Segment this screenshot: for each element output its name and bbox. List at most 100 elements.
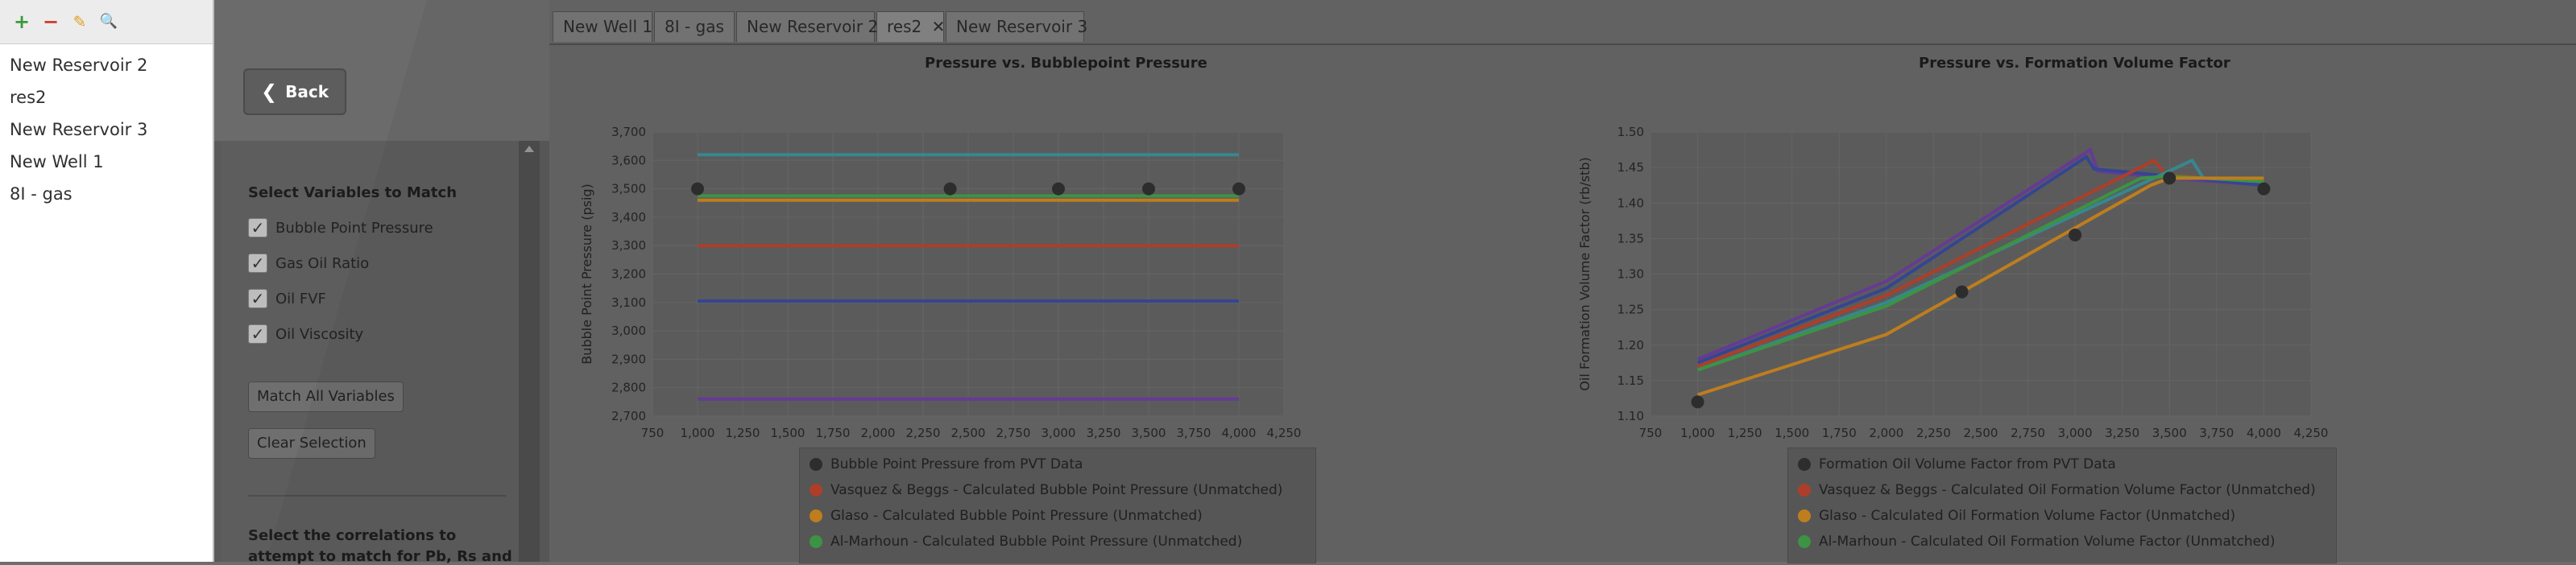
tab-label: New Reservoir 3 <box>956 17 1088 36</box>
scroll-up-icon[interactable] <box>524 146 534 152</box>
add-icon[interactable]: + <box>11 11 32 32</box>
tab-8i-gas[interactable]: 8I - gas <box>654 11 735 42</box>
match-all-variables-button[interactable]: Match All Variables <box>248 381 404 412</box>
x-tick-label: 1,250 <box>726 426 760 440</box>
x-tick-label: 2,500 <box>951 426 986 440</box>
legend-label: Glaso - Calculated Bubble Point Pressure… <box>830 508 1203 524</box>
legend-item: Formation Oil Volume Factor from PVT Dat… <box>1798 456 2116 472</box>
y-tick-label: 1.35 <box>1617 231 1644 245</box>
legend-dot <box>1798 458 1811 471</box>
tab-bar: New Well 1 8I - gas New Reservoir 2 res2… <box>549 0 2576 45</box>
x-tick-label: 4,000 <box>1222 426 1257 440</box>
x-tick-label: 3,000 <box>2058 426 2093 440</box>
tree-item-new-reservoir-3[interactable]: New Reservoir 3 <box>0 113 213 146</box>
variables-panel: Select Variables to Match ✓ Bubble Point… <box>221 141 520 565</box>
data-point <box>1142 182 1155 196</box>
tab-res2[interactable]: res2 ✕ <box>876 11 946 42</box>
chart-title-fvf: Pressure vs. Formation Volume Factor <box>1919 55 2230 72</box>
legend-label: Al-Marhoun - Calculated Oil Formation Vo… <box>1819 534 2276 550</box>
y-axis-label: Oil Formation Volume Factor (rb/stb) <box>1577 157 1592 390</box>
tree-item-new-well-1[interactable]: New Well 1 <box>0 146 213 178</box>
checkmark-icon[interactable]: ✓ <box>248 254 267 273</box>
legend-dot <box>810 509 822 522</box>
x-tick-label: 3,000 <box>1042 426 1076 440</box>
x-tick-label: 1,500 <box>1775 426 1809 440</box>
x-tick-label: 2,000 <box>1869 426 1903 440</box>
y-tick-label: 1.10 <box>1617 409 1644 423</box>
x-tick-label: 2,750 <box>996 426 1031 440</box>
x-tick-label: 3,250 <box>1087 426 1121 440</box>
select-variables-title: Select Variables to Match <box>248 184 458 201</box>
x-tick-label: 4,250 <box>1267 426 1302 440</box>
x-tick-label: 2,250 <box>906 426 941 440</box>
x-tick-label: 4,250 <box>2294 426 2329 440</box>
tab-label: res2 <box>887 17 922 36</box>
data-point <box>1955 285 1969 299</box>
tree-toolbar: + − ✎ 🔍 <box>0 0 213 44</box>
y-tick-label: 2,900 <box>611 352 646 366</box>
legend-bubblepoint: Bubble Point Pressure from PVT Data Vasq… <box>799 447 1316 563</box>
legend-fvf: Formation Oil Volume Factor from PVT Dat… <box>1787 447 2337 563</box>
x-tick-label: 3,500 <box>2152 426 2187 440</box>
y-tick-label: 3,400 <box>611 210 646 225</box>
data-point <box>943 182 957 196</box>
legend-label: Formation Oil Volume Factor from PVT Dat… <box>1819 456 2116 472</box>
editor-area: New Well 1 8I - gas New Reservoir 2 res2… <box>549 0 2576 563</box>
data-point <box>2069 228 2082 241</box>
chevron-left-icon: ❮ <box>260 80 278 103</box>
checkbox-oil-fvf[interactable]: ✓ Oil FVF <box>248 289 326 308</box>
tab-new-reservoir-3[interactable]: New Reservoir 3 <box>946 11 1088 42</box>
x-tick-label: 3,750 <box>2199 426 2234 440</box>
y-tick-label: 2,800 <box>611 381 646 395</box>
search-icon[interactable]: 🔍 <box>98 11 119 32</box>
x-tick-label: 1,500 <box>771 426 806 440</box>
checkbox-label: Oil Viscosity <box>275 325 364 343</box>
x-tick-label: 1,000 <box>681 426 715 440</box>
checkbox-oil-viscosity[interactable]: ✓ Oil Viscosity <box>248 324 363 344</box>
y-tick-label: 3,500 <box>611 182 646 196</box>
tree-item-new-reservoir-2[interactable]: New Reservoir 2 <box>0 49 213 81</box>
chart-title-bubblepoint: Pressure vs. Bubblepoint Pressure <box>925 55 1207 72</box>
tree-item-8i-gas[interactable]: 8I - gas <box>0 178 213 210</box>
legend-dot <box>1798 535 1811 548</box>
data-point <box>691 182 704 196</box>
clear-selection-button[interactable]: Clear Selection <box>248 428 375 459</box>
checkbox-label: Gas Oil Ratio <box>275 254 370 272</box>
legend-dot <box>1798 484 1811 497</box>
x-tick-label: 2,750 <box>2011 426 2045 440</box>
legend-dot <box>810 484 822 497</box>
tab-label: New Reservoir 2 <box>747 17 879 36</box>
y-tick-label: 2,700 <box>611 409 646 423</box>
tab-new-well-1[interactable]: New Well 1 <box>553 11 652 42</box>
legend-dot <box>810 535 822 548</box>
checkmark-icon[interactable]: ✓ <box>248 218 267 237</box>
scrollbar[interactable] <box>519 141 540 562</box>
checkmark-icon[interactable]: ✓ <box>248 289 267 308</box>
legend-item: Glaso - Calculated Bubble Point Pressure… <box>810 508 1203 524</box>
tab-new-reservoir-2[interactable]: New Reservoir 2 <box>736 11 879 42</box>
tab-label: 8I - gas <box>665 17 724 36</box>
select-correlations-title-2: attempt to match for Pb, Rs and <box>248 548 512 565</box>
x-tick-label: 4,000 <box>2247 426 2281 440</box>
legend-item: Vasquez & Beggs - Calculated Oil Formati… <box>1798 482 2316 498</box>
checkbox-gas-oil-ratio[interactable]: ✓ Gas Oil Ratio <box>248 254 369 273</box>
close-icon[interactable]: ✕ <box>932 17 946 36</box>
x-tick-label: 750 <box>641 426 665 440</box>
checkbox-bubble-point-pressure[interactable]: ✓ Bubble Point Pressure <box>248 218 433 237</box>
legend-label: Al-Marhoun - Calculated Bubble Point Pre… <box>830 534 1243 550</box>
back-button[interactable]: ❮ Back <box>243 68 346 115</box>
y-tick-label: 1.40 <box>1617 196 1644 210</box>
legend-label: Vasquez & Beggs - Calculated Oil Formati… <box>1819 482 2316 498</box>
tree-item-res2[interactable]: res2 <box>0 81 213 113</box>
edit-icon[interactable]: ✎ <box>69 11 90 32</box>
y-tick-label: 1.50 <box>1617 125 1644 139</box>
y-tick-label: 3,700 <box>611 125 646 139</box>
checkmark-icon[interactable]: ✓ <box>248 324 267 344</box>
select-correlations-title: Select the correlations to <box>248 527 457 544</box>
legend-item: Al-Marhoun - Calculated Bubble Point Pre… <box>810 534 1242 550</box>
data-point <box>1052 182 1065 196</box>
x-tick-label: 1,000 <box>1680 426 1715 440</box>
y-tick-label: 3,300 <box>611 238 646 253</box>
data-point <box>1691 395 1704 409</box>
remove-icon[interactable]: − <box>40 11 61 32</box>
